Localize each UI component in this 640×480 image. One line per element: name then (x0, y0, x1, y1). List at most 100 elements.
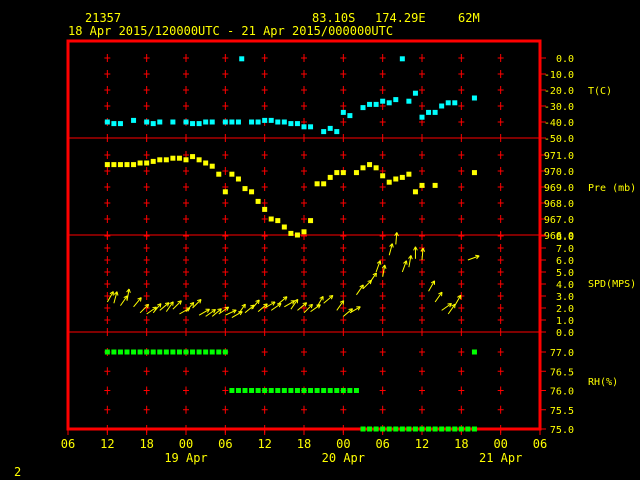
relative_humidity-point (150, 349, 156, 355)
wind-arrow (420, 247, 426, 261)
wind-arrow (231, 311, 243, 319)
x-tick-label: 12 (257, 437, 271, 451)
pressure-point (209, 163, 215, 169)
x-tick-label: 00 (493, 437, 507, 451)
relative_humidity-point (163, 349, 169, 355)
x-day-label: 20 Apr (322, 451, 365, 465)
x-tick-label: 06 (218, 437, 232, 451)
wind-arrow (356, 284, 364, 296)
temperature-point (432, 109, 438, 115)
wind-arrow (133, 297, 142, 308)
pressure-point (150, 158, 156, 164)
x-tick-label: 18 (454, 437, 468, 451)
temperature-point (157, 119, 163, 125)
pressure-point (117, 162, 123, 168)
pressure-point (183, 157, 189, 163)
relative_humidity-point (183, 349, 189, 355)
pressure-point (471, 170, 477, 176)
pressure-point (249, 189, 255, 195)
relative_humidity-point (203, 349, 209, 355)
pressure-point (262, 206, 268, 212)
pressure-point (314, 181, 320, 187)
wind-arrow (394, 232, 399, 245)
temperature-point (104, 119, 110, 125)
pressure-point (255, 198, 261, 204)
y-tick-label: 2.0 (556, 304, 574, 315)
relative_humidity-point (465, 426, 471, 432)
relative_humidity-point (439, 426, 445, 432)
relative_humidity-point (281, 388, 287, 393)
y-tick-label: 75.0 (550, 425, 574, 436)
pressure-point (203, 160, 209, 166)
y-tick-label: 3.0 (556, 292, 574, 303)
pressure-point (353, 170, 359, 176)
relative_humidity-point (170, 349, 176, 355)
panel-label-temperature: T(C) (588, 86, 612, 97)
wind-arrow (297, 302, 308, 311)
temperature-point (117, 121, 123, 127)
relative_humidity-point (216, 349, 222, 355)
temperature-point (367, 101, 373, 107)
pressure-point (360, 165, 366, 171)
y-tick-label: 4.0 (556, 280, 574, 291)
relative_humidity-point (262, 388, 268, 393)
relative_humidity-point (242, 388, 248, 393)
temperature-point (380, 98, 386, 104)
relative_humidity-point (327, 388, 333, 393)
relative_humidity-point (157, 349, 163, 355)
wind-arrow (251, 299, 260, 310)
y-tick-label: 77.0 (550, 348, 574, 359)
wind-arrow (428, 280, 436, 292)
pressure-point (412, 189, 418, 195)
temperature-point (150, 121, 156, 127)
relative_humidity-point (419, 426, 425, 432)
pressure-point (399, 174, 405, 180)
wind-arrow (401, 260, 408, 273)
temperature-point (183, 119, 189, 125)
y-tick-label: 970.0 (544, 167, 574, 178)
meteogram-chart: 0.0 -10.0 -20.0 -30.0 -40.0 -50.0 T(C) 971.0 970… (61, 39, 636, 465)
temperature-point (406, 98, 412, 104)
temperature-point (340, 109, 346, 115)
wind-arrow (244, 304, 255, 314)
wind-arrow (185, 301, 195, 312)
pressure-point (157, 157, 163, 163)
temperature-point (334, 129, 340, 135)
pressure-point (144, 160, 150, 166)
wind-arrow (113, 291, 119, 304)
temperature-point (235, 119, 241, 125)
relative_humidity-point (301, 388, 307, 393)
relative_humidity-point (399, 426, 405, 432)
temperature-point (294, 121, 300, 127)
relative_humidity-point (124, 349, 130, 355)
relative_humidity-point (458, 426, 464, 432)
temperature-point (327, 125, 333, 131)
panel-label-relative_humidity: RH(%) (588, 377, 618, 388)
pressure-point (294, 232, 300, 238)
wind-arrow (434, 291, 443, 303)
pressure-point (367, 162, 373, 168)
pressure-point (327, 174, 333, 180)
x-tick-label: 12 (415, 437, 429, 451)
relative_humidity-point (144, 349, 150, 355)
relative_humidity-point (249, 388, 255, 393)
x-tick-label: 18 (297, 437, 311, 451)
y-tick-label: 76.0 (550, 387, 574, 398)
temperature-point (229, 119, 235, 125)
pressure-point (111, 162, 117, 168)
y-tick-label: 0.0 (556, 54, 574, 65)
relative_humidity-point (222, 349, 228, 355)
wind-arrow (106, 291, 114, 303)
wind-arrow (126, 288, 131, 301)
temperature-point (281, 119, 287, 125)
temperature-point (196, 121, 202, 127)
temperature-point (144, 119, 150, 125)
y-tick-label: 1.0 (556, 316, 574, 327)
pressure-point (242, 186, 248, 192)
relative_humidity-point (334, 388, 340, 393)
temperature-point (131, 117, 137, 123)
wind-arrow (172, 300, 182, 310)
wind-arrow (467, 254, 480, 261)
relative_humidity-point (393, 426, 399, 432)
y-tick-label: -30.0 (544, 102, 574, 113)
